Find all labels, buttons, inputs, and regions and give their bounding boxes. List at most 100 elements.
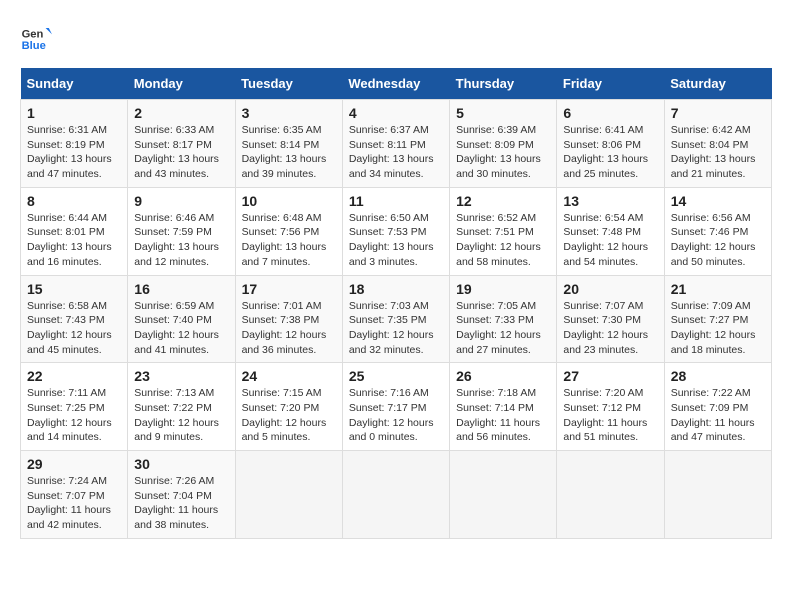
day-info: Sunrise: 6:59 AM Sunset: 7:40 PM Dayligh… (134, 299, 228, 358)
calendar-day-11: 11 Sunrise: 6:50 AM Sunset: 7:53 PM Dayli… (342, 187, 449, 275)
calendar-day-5: 5 Sunrise: 6:39 AM Sunset: 8:09 PM Daylig… (450, 100, 557, 188)
column-header-wednesday: Wednesday (342, 68, 449, 100)
day-info: Sunrise: 6:31 AM Sunset: 8:19 PM Dayligh… (27, 123, 121, 182)
day-number: 2 (134, 105, 228, 121)
calendar-day-9: 9Sunrise: 6:46 AM Sunset: 7:59 PM Daylig… (128, 187, 235, 275)
day-number: 28 (671, 368, 765, 384)
calendar-day-1: 1 Sunrise: 6:31 AM Sunset: 8:19 PM Daylig… (21, 100, 128, 188)
calendar-day-28: 28 Sunrise: 7:22 AM Sunset: 7:09 PM Dayli… (664, 363, 771, 451)
column-header-friday: Friday (557, 68, 664, 100)
day-number: 12 (456, 193, 550, 209)
day-number: 7 (671, 105, 765, 121)
day-number: 9 (134, 193, 228, 209)
day-number: 10 (242, 193, 336, 209)
calendar-day-23: 23Sunrise: 7:13 AM Sunset: 7:22 PM Dayli… (128, 363, 235, 451)
column-header-monday: Monday (128, 68, 235, 100)
calendar-day-2: 2 Sunrise: 6:33 AM Sunset: 8:17 PM Daylig… (128, 100, 235, 188)
calendar-day-12: 12 Sunrise: 6:52 AM Sunset: 7:51 PM Dayli… (450, 187, 557, 275)
day-info: Sunrise: 6:48 AM Sunset: 7:56 PM Dayligh… (242, 211, 336, 270)
day-info: Sunrise: 6:58 AM Sunset: 7:43 PM Dayligh… (27, 299, 121, 358)
calendar-day-6: 6Sunrise: 6:41 AM Sunset: 8:06 PM Daylig… (557, 100, 664, 188)
day-number: 24 (242, 368, 336, 384)
day-number: 21 (671, 281, 765, 297)
calendar-table: SundayMondayTuesdayWednesdayThursdayFrid… (20, 68, 772, 539)
empty-day (664, 451, 771, 539)
day-number: 14 (671, 193, 765, 209)
calendar-day-17: 17 Sunrise: 7:01 AM Sunset: 7:38 PM Dayli… (235, 275, 342, 363)
day-info: Sunrise: 7:18 AM Sunset: 7:14 PM Dayligh… (456, 386, 550, 445)
day-info: Sunrise: 7:05 AM Sunset: 7:33 PM Dayligh… (456, 299, 550, 358)
calendar-day-27: 27Sunrise: 7:20 AM Sunset: 7:12 PM Dayli… (557, 363, 664, 451)
day-number: 26 (456, 368, 550, 384)
day-info: Sunrise: 7:09 AM Sunset: 7:27 PM Dayligh… (671, 299, 765, 358)
svg-text:Gen: Gen (22, 29, 44, 41)
calendar-week-row: 29Sunrise: 7:24 AM Sunset: 7:07 PM Dayli… (21, 451, 772, 539)
day-number: 3 (242, 105, 336, 121)
day-number: 1 (27, 105, 121, 121)
day-number: 5 (456, 105, 550, 121)
day-info: Sunrise: 6:33 AM Sunset: 8:17 PM Dayligh… (134, 123, 228, 182)
day-info: Sunrise: 7:20 AM Sunset: 7:12 PM Dayligh… (563, 386, 657, 445)
day-number: 11 (349, 193, 443, 209)
calendar-day-26: 26 Sunrise: 7:18 AM Sunset: 7:14 PM Dayli… (450, 363, 557, 451)
day-info: Sunrise: 6:39 AM Sunset: 8:09 PM Dayligh… (456, 123, 550, 182)
day-info: Sunrise: 7:13 AM Sunset: 7:22 PM Dayligh… (134, 386, 228, 445)
day-info: Sunrise: 6:37 AM Sunset: 8:11 PM Dayligh… (349, 123, 443, 182)
empty-day (235, 451, 342, 539)
day-number: 8 (27, 193, 121, 209)
calendar-day-25: 25 Sunrise: 7:16 AM Sunset: 7:17 PM Dayli… (342, 363, 449, 451)
column-header-thursday: Thursday (450, 68, 557, 100)
day-info: Sunrise: 7:26 AM Sunset: 7:04 PM Dayligh… (134, 474, 228, 533)
svg-text:Blue: Blue (22, 40, 46, 52)
day-number: 13 (563, 193, 657, 209)
day-info: Sunrise: 7:16 AM Sunset: 7:17 PM Dayligh… (349, 386, 443, 445)
day-number: 16 (134, 281, 228, 297)
empty-day (342, 451, 449, 539)
day-info: Sunrise: 6:41 AM Sunset: 8:06 PM Dayligh… (563, 123, 657, 182)
column-header-tuesday: Tuesday (235, 68, 342, 100)
day-info: Sunrise: 6:50 AM Sunset: 7:53 PM Dayligh… (349, 211, 443, 270)
day-number: 29 (27, 456, 121, 472)
day-number: 15 (27, 281, 121, 297)
day-info: Sunrise: 6:52 AM Sunset: 7:51 PM Dayligh… (456, 211, 550, 270)
empty-day (450, 451, 557, 539)
day-number: 17 (242, 281, 336, 297)
calendar-week-row: 22Sunrise: 7:11 AM Sunset: 7:25 PM Dayli… (21, 363, 772, 451)
calendar-day-24: 24Sunrise: 7:15 AM Sunset: 7:20 PM Dayli… (235, 363, 342, 451)
day-number: 18 (349, 281, 443, 297)
day-number: 22 (27, 368, 121, 384)
calendar-day-8: 8Sunrise: 6:44 AM Sunset: 8:01 PM Daylig… (21, 187, 128, 275)
column-header-saturday: Saturday (664, 68, 771, 100)
day-number: 19 (456, 281, 550, 297)
day-info: Sunrise: 7:07 AM Sunset: 7:30 PM Dayligh… (563, 299, 657, 358)
logo: Gen Blue (20, 20, 56, 52)
calendar-week-row: 8Sunrise: 6:44 AM Sunset: 8:01 PM Daylig… (21, 187, 772, 275)
day-info: Sunrise: 7:22 AM Sunset: 7:09 PM Dayligh… (671, 386, 765, 445)
calendar-week-row: 1 Sunrise: 6:31 AM Sunset: 8:19 PM Daylig… (21, 100, 772, 188)
day-info: Sunrise: 7:03 AM Sunset: 7:35 PM Dayligh… (349, 299, 443, 358)
day-info: Sunrise: 6:35 AM Sunset: 8:14 PM Dayligh… (242, 123, 336, 182)
calendar-day-20: 20 Sunrise: 7:07 AM Sunset: 7:30 PM Dayli… (557, 275, 664, 363)
day-info: Sunrise: 7:01 AM Sunset: 7:38 PM Dayligh… (242, 299, 336, 358)
calendar-day-4: 4 Sunrise: 6:37 AM Sunset: 8:11 PM Daylig… (342, 100, 449, 188)
calendar-day-7: 7Sunrise: 6:42 AM Sunset: 8:04 PM Daylig… (664, 100, 771, 188)
calendar-header-row: SundayMondayTuesdayWednesdayThursdayFrid… (21, 68, 772, 100)
calendar-day-29: 29Sunrise: 7:24 AM Sunset: 7:07 PM Dayli… (21, 451, 128, 539)
day-number: 25 (349, 368, 443, 384)
logo-icon: Gen Blue (20, 20, 52, 52)
empty-day (557, 451, 664, 539)
day-number: 20 (563, 281, 657, 297)
calendar-day-10: 10 Sunrise: 6:48 AM Sunset: 7:56 PM Dayli… (235, 187, 342, 275)
calendar-day-3: 3 Sunrise: 6:35 AM Sunset: 8:14 PM Daylig… (235, 100, 342, 188)
day-number: 4 (349, 105, 443, 121)
calendar-week-row: 15 Sunrise: 6:58 AM Sunset: 7:43 PM Dayli… (21, 275, 772, 363)
calendar-day-13: 13Sunrise: 6:54 AM Sunset: 7:48 PM Dayli… (557, 187, 664, 275)
calendar-day-22: 22Sunrise: 7:11 AM Sunset: 7:25 PM Dayli… (21, 363, 128, 451)
calendar-day-14: 14 Sunrise: 6:56 AM Sunset: 7:46 PM Dayli… (664, 187, 771, 275)
page-header: Gen Blue (20, 20, 772, 52)
calendar-day-15: 15 Sunrise: 6:58 AM Sunset: 7:43 PM Dayli… (21, 275, 128, 363)
calendar-day-19: 19 Sunrise: 7:05 AM Sunset: 7:33 PM Dayli… (450, 275, 557, 363)
calendar-day-21: 21 Sunrise: 7:09 AM Sunset: 7:27 PM Dayli… (664, 275, 771, 363)
day-info: Sunrise: 6:56 AM Sunset: 7:46 PM Dayligh… (671, 211, 765, 270)
column-header-sunday: Sunday (21, 68, 128, 100)
